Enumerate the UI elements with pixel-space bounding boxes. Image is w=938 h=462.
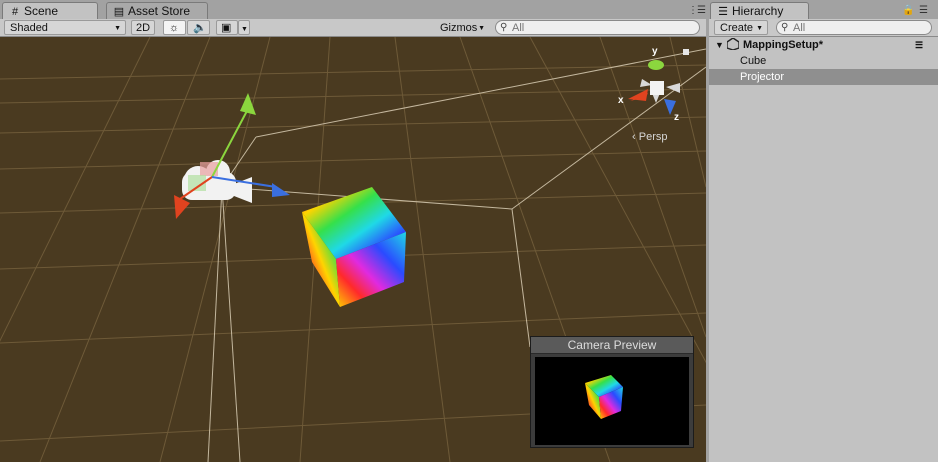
hierarchy-search-field[interactable]: ⚲ bbox=[776, 20, 932, 35]
create-dropdown[interactable]: Create ▼ bbox=[714, 20, 768, 35]
scene-tabstrip: # Scene ▤ Asset Store ⋮☰ bbox=[0, 0, 706, 20]
chevron-down-icon: ▼ bbox=[241, 26, 248, 33]
effects-dropdown-button[interactable]: ▼ bbox=[238, 20, 250, 35]
effects-toggle-button[interactable]: ▣ bbox=[216, 20, 238, 35]
hierarchy-list: ▼ MappingSetup* ☰ Cube Projector bbox=[709, 37, 938, 462]
scene-search-input[interactable] bbox=[512, 21, 655, 34]
camera-preview-view bbox=[535, 357, 689, 445]
hierarchy-search-input[interactable] bbox=[793, 21, 901, 34]
axis-label-z: z bbox=[674, 112, 679, 123]
perspective-toggle[interactable]: ‹ Persp bbox=[632, 131, 667, 143]
orientation-gizmo[interactable] bbox=[628, 49, 689, 115]
hierarchy-toolbar: Create ▼ ⚲ bbox=[709, 19, 938, 37]
lock-icon[interactable]: 🔒 bbox=[902, 5, 914, 16]
hierarchy-tabstrip: ☰ Hierarchy 🔒 ☰ bbox=[709, 0, 938, 20]
panel-menu-icon[interactable]: ⋮☰ bbox=[688, 5, 706, 16]
sun-icon: ☼ bbox=[169, 22, 180, 34]
lock-icon[interactable] bbox=[683, 49, 689, 55]
shading-mode-dropdown[interactable]: Shaded ▼ bbox=[4, 20, 126, 35]
perspective-icon: ‹ bbox=[632, 131, 636, 143]
scene-name: MappingSetup* bbox=[743, 39, 824, 51]
transform-gizmo[interactable] bbox=[174, 93, 290, 219]
scene-menu-icon[interactable]: ☰ bbox=[915, 37, 923, 53]
preview-render bbox=[585, 375, 623, 419]
search-icon: ⚲ bbox=[500, 22, 508, 33]
hierarchy-item-projector[interactable]: Projector bbox=[709, 69, 938, 85]
search-icon: ⚲ bbox=[781, 22, 789, 33]
2d-toggle-button[interactable]: 2D bbox=[131, 20, 155, 35]
tab-scene[interactable]: # Scene bbox=[2, 2, 98, 20]
unity-scene-icon bbox=[726, 37, 740, 51]
gizmos-dropdown[interactable]: Gizmos ▼ bbox=[434, 20, 490, 35]
tab-hierarchy[interactable]: ☰ Hierarchy bbox=[710, 2, 809, 20]
chevron-down-icon: ▼ bbox=[478, 25, 485, 32]
camera-preview-window: Camera Preview bbox=[530, 336, 694, 448]
chevron-down-icon: ▼ bbox=[756, 25, 763, 32]
chevron-down-icon[interactable]: ▼ bbox=[715, 37, 724, 53]
tab-asset-store[interactable]: ▤ Asset Store bbox=[106, 2, 208, 19]
speaker-icon: 🔈 bbox=[193, 22, 207, 34]
camera-preview-title: Camera Preview bbox=[531, 337, 693, 354]
scene-search-field[interactable]: ⚲ bbox=[495, 20, 700, 35]
cube-object[interactable] bbox=[302, 187, 406, 307]
panel-menu-icon[interactable]: ☰ bbox=[919, 5, 928, 16]
audio-toggle-button[interactable]: 🔈 bbox=[187, 20, 210, 35]
hierarchy-item-cube[interactable]: Cube bbox=[709, 53, 938, 69]
axis-label-y: y bbox=[652, 46, 658, 57]
image-icon: ▣ bbox=[221, 22, 232, 34]
hierarchy-panel: ☰Hierarchy 🔒 ☰ Create ▼ ⚲ ▼ MappingSetup… bbox=[709, 0, 938, 462]
scene-root-row[interactable]: ▼ MappingSetup* ☰ bbox=[709, 37, 938, 53]
scene-panel: # Scene ▤ Asset Store ⋮☰ Shaded ▼ 2D ☼ 🔈 ▣… bbox=[0, 0, 706, 462]
scene-toolbar: Shaded ▼ 2D ☼ 🔈 ▣ ▼ Gizmos ▼ ⚲ bbox=[0, 19, 706, 37]
axis-label-x: x bbox=[618, 95, 624, 106]
chevron-down-icon: ▼ bbox=[114, 25, 121, 32]
lighting-toggle-button[interactable]: ☼ bbox=[163, 20, 186, 35]
